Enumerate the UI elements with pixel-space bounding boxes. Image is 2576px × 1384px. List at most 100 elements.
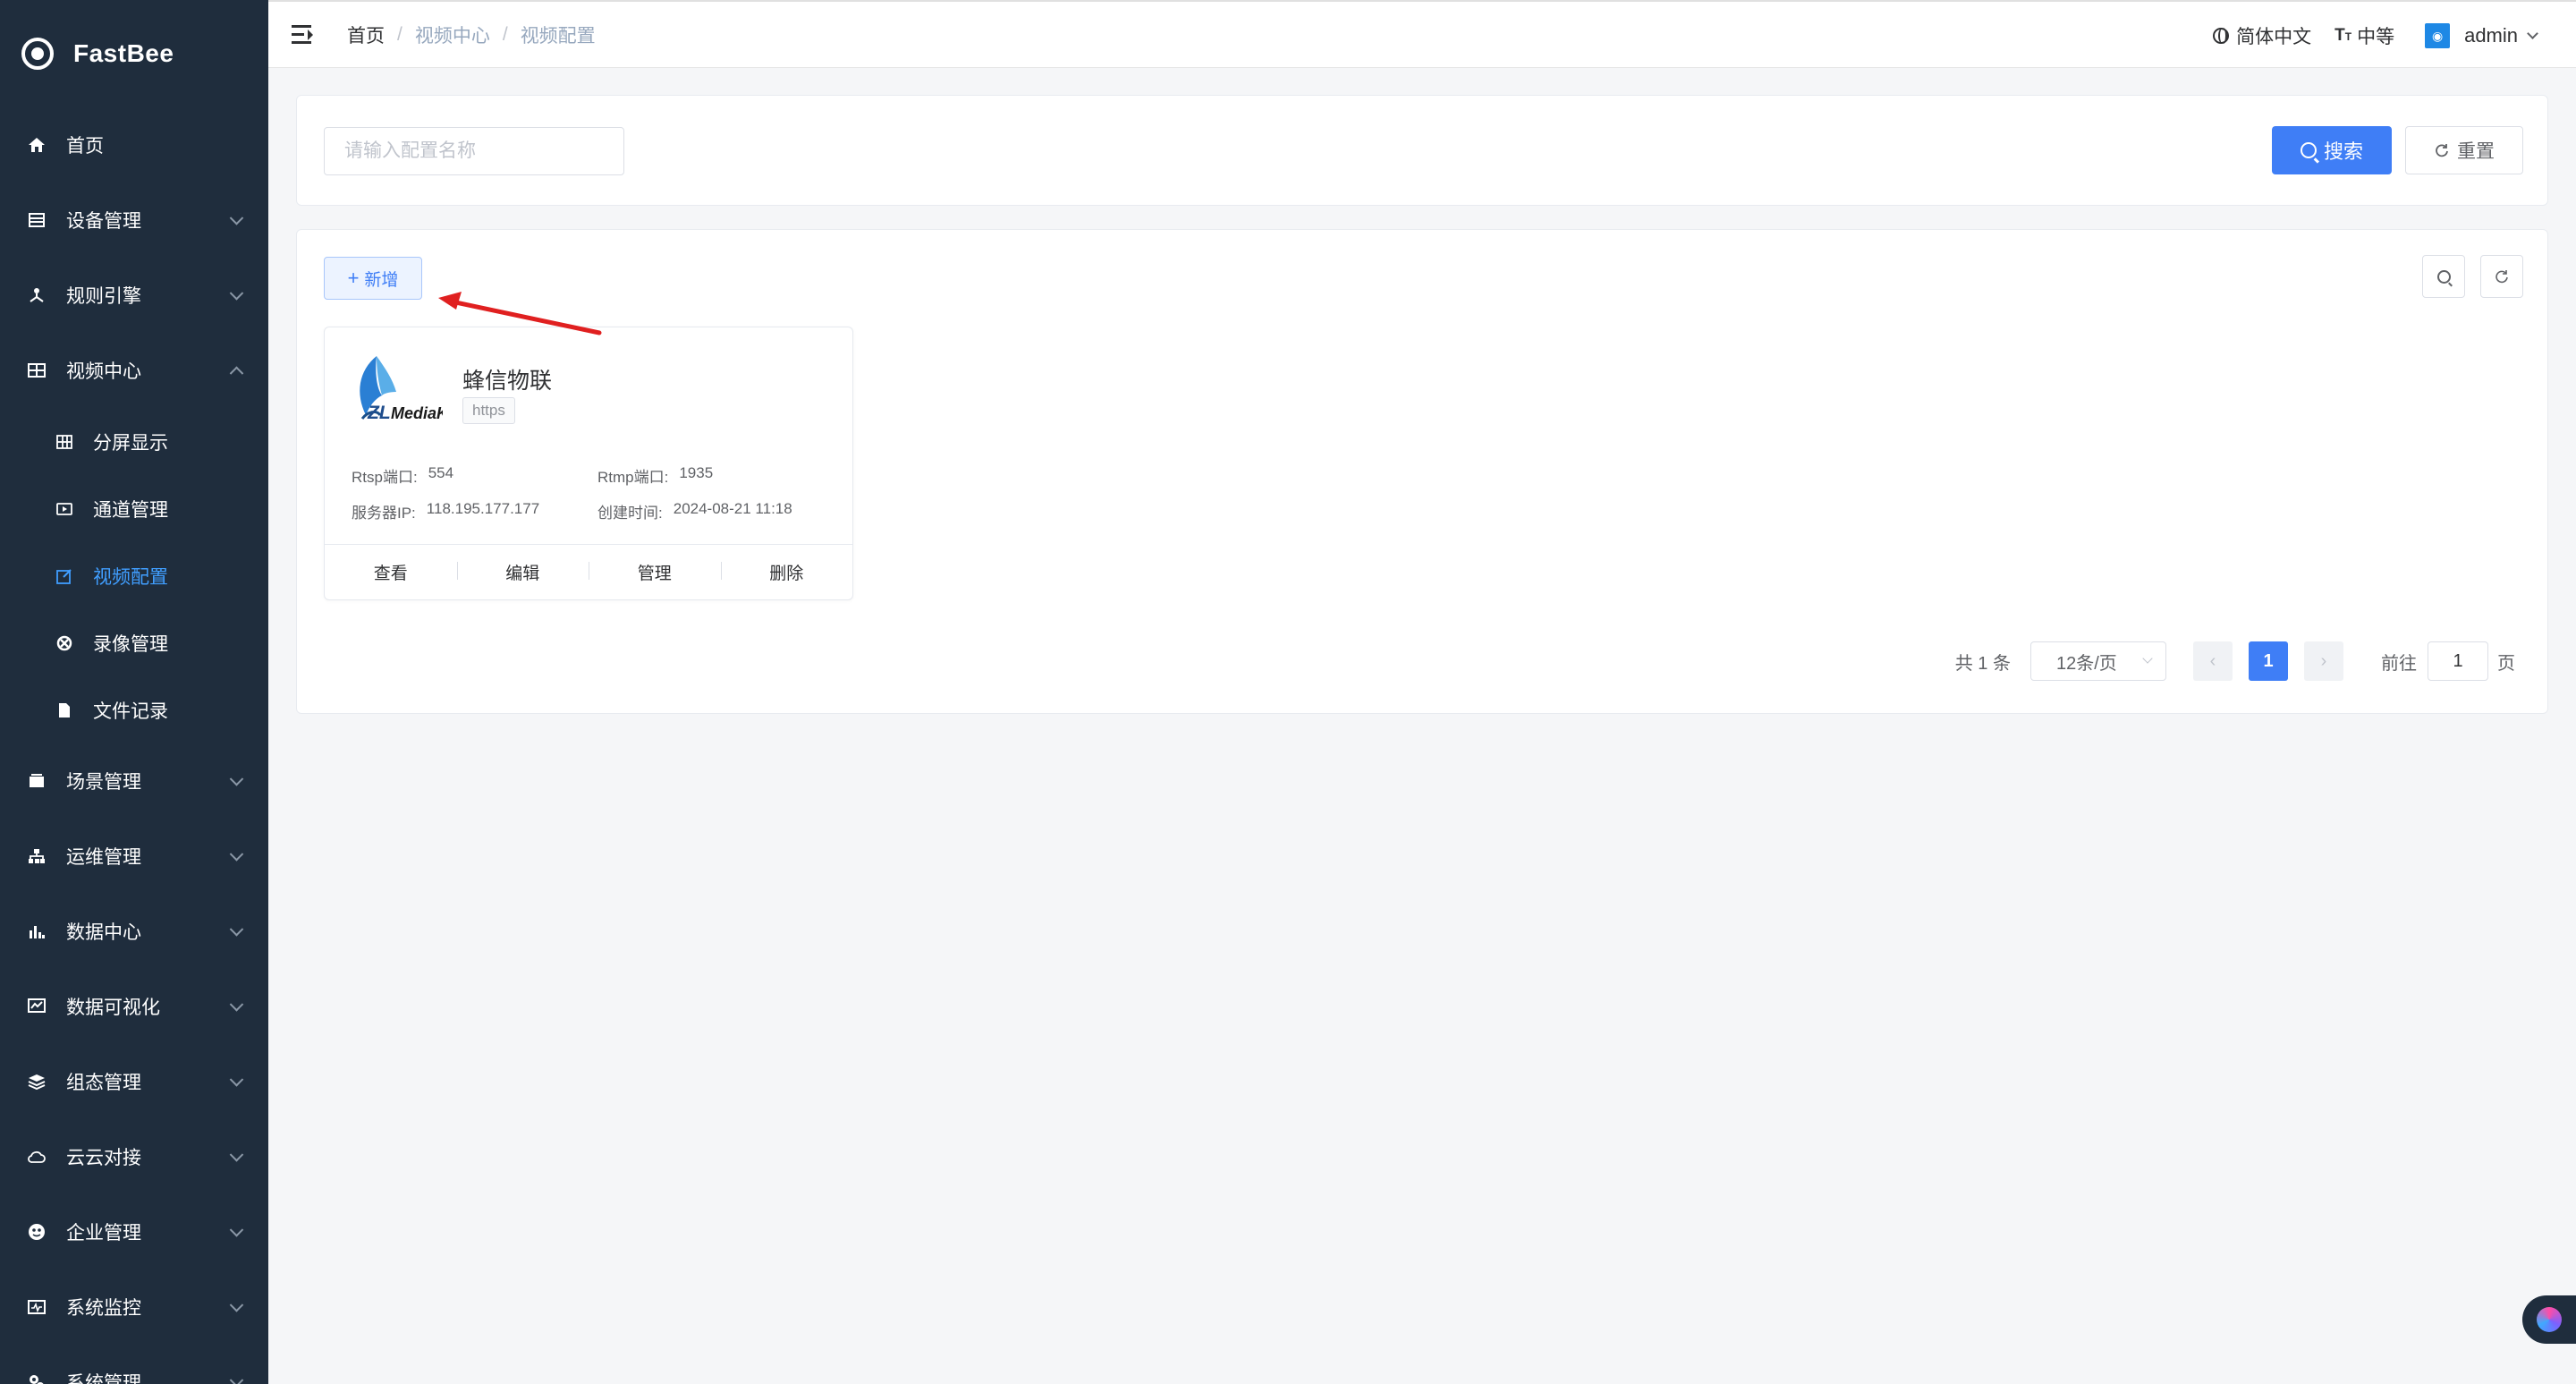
sidebar-subitem-video-config[interactable]: 视频配置 <box>0 542 268 609</box>
manage-button[interactable]: 管理 <box>589 560 721 584</box>
sidebar-subitem-file-records[interactable]: 文件记录 <box>0 676 268 743</box>
sidebar-item-rules[interactable]: 规则引擎 <box>0 258 268 333</box>
prev-page-button[interactable]: ‹ <box>2193 641 2233 681</box>
created-time-label: 创建时间: <box>597 505 663 522</box>
sidebar-item-video-center[interactable]: 视频中心 <box>0 333 268 408</box>
ai-assistant-button[interactable] <box>2522 1295 2576 1344</box>
rtmp-port: Rtmp端口: 1935 <box>597 464 713 487</box>
refresh-icon <box>2436 144 2448 157</box>
next-page-button[interactable]: › <box>2304 641 2343 681</box>
sidebar-item-label: 数据可视化 <box>66 998 160 1018</box>
server-ip-label: 服务器IP: <box>352 505 416 522</box>
sidebar-item-label: 运维管理 <box>66 847 141 868</box>
edit-button[interactable]: 编辑 <box>456 560 589 584</box>
delete-button[interactable]: 删除 <box>720 560 853 584</box>
chevron-down-icon <box>2142 653 2153 664</box>
grid-icon <box>55 433 73 451</box>
sidebar-item-device[interactable]: 设备管理 <box>0 183 268 258</box>
page-size-select[interactable]: 12条/页 <box>2030 641 2166 681</box>
chevron-down-icon <box>229 1148 244 1162</box>
chevron-up-icon <box>229 366 244 381</box>
sidebar-item-label: 规则引擎 <box>66 286 141 307</box>
toggle-search-button[interactable] <box>2422 255 2465 298</box>
sidebar-subitem-split-screen[interactable]: 分屏显示 <box>0 408 268 475</box>
menu-toggle-icon[interactable] <box>292 24 315 45</box>
sidebar-item-monitor[interactable]: 系统监控 <box>0 1269 268 1345</box>
sidebar-item-label: 分屏显示 <box>93 432 168 454</box>
server-ip-value: 118.195.177.177 <box>426 500 540 517</box>
device-icon <box>27 210 47 230</box>
sidebar-subitem-channels[interactable]: 通道管理 <box>0 475 268 542</box>
page-number-1[interactable]: 1 <box>2249 641 2288 681</box>
sidebar-subitem-recordings[interactable]: 录像管理 <box>0 609 268 676</box>
chevron-right-icon: › <box>2320 650 2327 671</box>
goto-page-input[interactable]: 1 <box>2428 641 2488 681</box>
svg-text:MediaKit: MediaKit <box>391 404 443 422</box>
app-name: FastBee <box>73 39 174 67</box>
view-button[interactable]: 查看 <box>325 560 457 584</box>
header-actions: 简体中文 TT 中等 ◉ admin <box>2190 2 2538 70</box>
globe-icon <box>2213 28 2230 44</box>
chevron-down-icon <box>229 1073 244 1087</box>
pagination-total: 共 1 条 <box>1954 653 2011 674</box>
sidebar-item-label: 云云对接 <box>66 1148 141 1168</box>
avatar: ◉ <box>2425 23 2451 48</box>
chevron-down-icon <box>229 1298 244 1312</box>
card-actions: 查看 编辑 管理 删除 <box>325 544 852 599</box>
sidebar-item-label: 企业管理 <box>66 1223 141 1244</box>
fastbee-logo-icon <box>21 38 54 70</box>
sidebar-item-cloud[interactable]: 云云对接 <box>0 1119 268 1194</box>
sidebar-item-label: 录像管理 <box>93 633 168 655</box>
chevron-down-icon <box>2527 27 2538 39</box>
size-switcher[interactable]: TT 中等 <box>2334 22 2394 49</box>
search-button-label: 搜索 <box>2323 140 2363 163</box>
sidebar-item-data-center[interactable]: 数据中心 <box>0 894 268 969</box>
pagination: 共 1 条 12条/页 ‹ 1 › 前往 1 页 <box>1955 641 2515 681</box>
sidebar: FastBee 首页 设备管理 规则引擎 视频中心 分屏显示 通道管理 视频配置… <box>0 0 268 1384</box>
user-menu[interactable]: ◉ admin <box>2425 23 2538 48</box>
sidebar-item-system[interactable]: 系统管理 <box>0 1345 268 1384</box>
sidebar-item-ops[interactable]: 运维管理 <box>0 819 268 894</box>
breadcrumb-separator: / <box>397 23 402 45</box>
chevron-down-icon <box>229 1223 244 1237</box>
goto-label: 前往 <box>2381 653 2417 674</box>
sidebar-item-label: 系统管理 <box>66 1373 141 1384</box>
sidebar-item-label: 文件记录 <box>93 700 168 722</box>
chevron-down-icon <box>229 998 244 1012</box>
reset-button[interactable]: 重置 <box>2405 126 2523 174</box>
add-button[interactable]: + 新增 <box>324 257 422 300</box>
protocol-tag: https <box>462 397 515 424</box>
sidebar-item-label: 视频配置 <box>93 566 168 588</box>
font-size-icon: TT <box>2334 26 2352 45</box>
channel-icon <box>55 500 73 518</box>
sidebar-item-scenes[interactable]: 场景管理 <box>0 743 268 819</box>
sidebar-item-label: 数据中心 <box>66 922 141 943</box>
zlmediakit-logo: ZL MediaKit <box>350 352 459 431</box>
created-time-value: 2024-08-21 11:18 <box>673 500 792 517</box>
edit-icon <box>55 567 73 585</box>
sidebar-item-company[interactable]: 企业管理 <box>0 1194 268 1269</box>
rtmp-port-label: Rtmp端口: <box>597 469 669 486</box>
size-label: 中等 <box>2357 27 2395 47</box>
chevron-down-icon <box>229 1373 244 1384</box>
page-suffix: 页 <box>2497 653 2515 674</box>
sidebar-item-data-visualization[interactable]: 数据可视化 <box>0 969 268 1044</box>
plus-icon: + <box>347 267 360 289</box>
sidebar-item-label: 通道管理 <box>93 499 168 521</box>
content-panel: + 新增 ZL MediaKit 蜂信物联 https Rtsp端口: 554 … <box>296 229 2548 714</box>
refresh-button[interactable] <box>2480 255 2523 298</box>
language-switcher[interactable]: 简体中文 <box>2213 22 2311 49</box>
sidebar-item-home[interactable]: 首页 <box>0 107 268 183</box>
sidebar-item-label: 组态管理 <box>66 1073 141 1093</box>
chevron-down-icon <box>229 211 244 225</box>
search-icon <box>2436 269 2451 284</box>
search-panel: 搜索 重置 <box>296 95 2548 206</box>
search-button[interactable]: 搜索 <box>2272 126 2392 174</box>
config-name-search-input[interactable] <box>324 127 624 175</box>
logo[interactable]: FastBee <box>0 0 268 107</box>
refresh-icon <box>2496 270 2508 284</box>
sidebar-item-configuration[interactable]: 组态管理 <box>0 1044 268 1119</box>
breadcrumb-home[interactable]: 首页 <box>347 21 385 48</box>
record-icon <box>55 634 73 652</box>
data-icon <box>27 921 47 941</box>
